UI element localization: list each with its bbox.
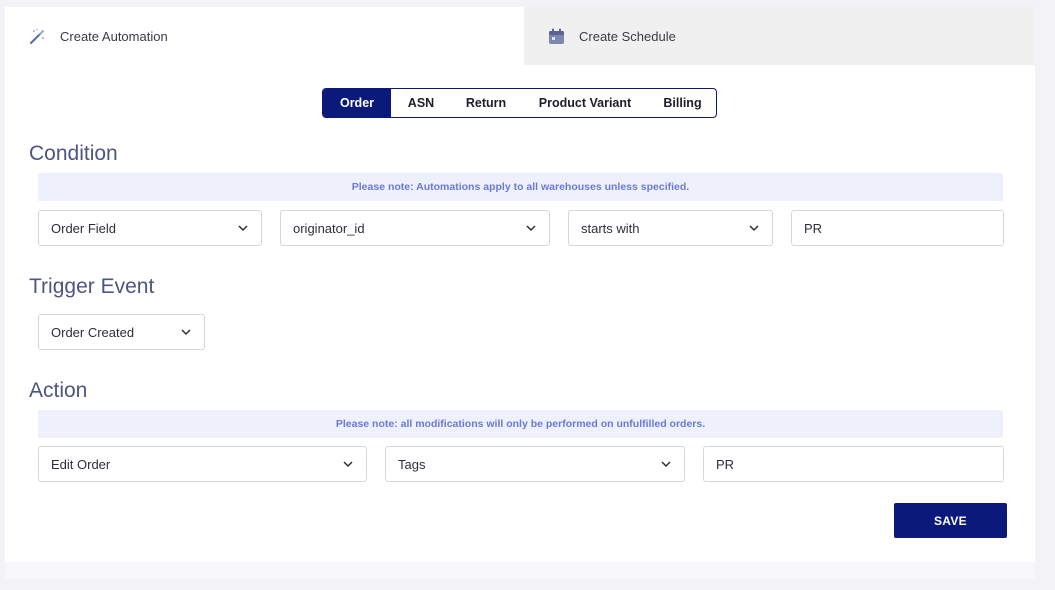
condition-operator-select[interactable]: starts with — [568, 210, 773, 246]
tab-create-automation-label: Create Automation — [60, 28, 168, 44]
calendar-icon — [548, 28, 565, 45]
tab-create-schedule[interactable]: Create Schedule — [524, 7, 1035, 65]
condition-field-type-value: Order Field — [51, 220, 117, 236]
action-note: Please note: all modifications will only… — [38, 410, 1003, 438]
tab-create-schedule-label: Create Schedule — [579, 28, 676, 44]
condition-value-input[interactable] — [791, 210, 1004, 246]
condition-note: Please note: Automations apply to all wa… — [38, 173, 1003, 201]
chevron-down-icon — [181, 329, 191, 336]
segment-asn[interactable]: ASN — [391, 89, 451, 117]
action-type-value: Edit Order — [51, 456, 111, 472]
chevron-down-icon — [661, 461, 671, 468]
condition-operator-value: starts with — [581, 220, 640, 236]
condition-field-select[interactable]: originator_id — [280, 210, 550, 246]
chevron-down-icon — [526, 225, 536, 232]
action-type-select[interactable]: Edit Order — [38, 446, 367, 482]
tab-create-automation[interactable]: Create Automation — [5, 7, 518, 65]
segment-return[interactable]: Return — [451, 89, 521, 117]
entity-segmented-control: Order ASN Return Product Variant Billing — [322, 88, 717, 118]
chevron-down-icon — [749, 225, 759, 232]
trigger-event-select[interactable]: Order Created — [38, 314, 205, 350]
magic-wand-icon — [29, 28, 46, 45]
segment-product-variant[interactable]: Product Variant — [521, 89, 649, 117]
condition-field-type-select[interactable]: Order Field — [38, 210, 262, 246]
card-footer — [5, 562, 1035, 579]
action-value-input[interactable] — [703, 446, 1004, 482]
action-target-select[interactable]: Tags — [385, 446, 685, 482]
chevron-down-icon — [238, 225, 248, 232]
trigger-event-value: Order Created — [51, 324, 135, 340]
action-title: Action — [29, 379, 88, 402]
segment-order[interactable]: Order — [323, 89, 391, 117]
segment-billing[interactable]: Billing — [649, 89, 716, 117]
action-target-value: Tags — [398, 456, 426, 472]
chevron-down-icon — [343, 461, 353, 468]
trigger-title: Trigger Event — [29, 275, 155, 298]
condition-field-value: originator_id — [293, 220, 365, 236]
save-button[interactable]: SAVE — [894, 503, 1007, 538]
condition-title: Condition — [29, 142, 118, 165]
